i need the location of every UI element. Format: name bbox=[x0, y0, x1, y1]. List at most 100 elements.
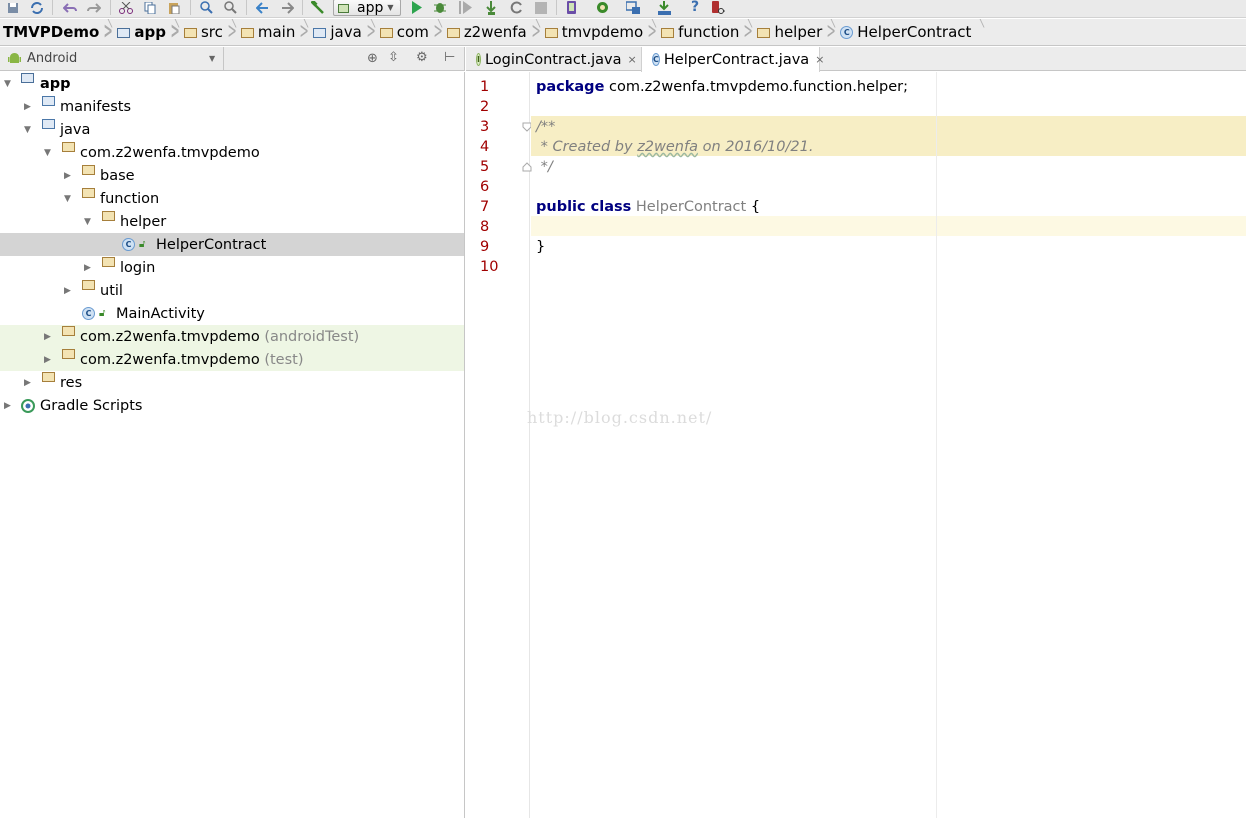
breadcrumb-z2wenfa[interactable]: z2wenfa > bbox=[443, 19, 541, 45]
breadcrumb-src[interactable]: src > bbox=[180, 19, 237, 45]
scroll-from-source-icon[interactable]: ⊕ bbox=[367, 51, 378, 66]
collapsed-arrow-icon[interactable]: ▶ bbox=[4, 401, 11, 411]
redo-icon[interactable] bbox=[87, 1, 101, 14]
tree-item-helpercontract[interactable]: C 🔓︎ HelperContract bbox=[0, 233, 464, 256]
run-config-select[interactable]: app ▼ bbox=[333, 0, 401, 16]
breadcrumb-main[interactable]: main > bbox=[237, 19, 309, 45]
caret-line-highlight bbox=[531, 216, 1246, 236]
tree-item-mainactivity[interactable]: C 🔓︎ MainActivity bbox=[0, 302, 464, 325]
breadcrumb-label: z2wenfa bbox=[463, 23, 527, 41]
apply-changes-icon[interactable] bbox=[509, 1, 523, 14]
project-tree: ▼ app ▶ manifests ▼ java ▼ com.z2wenfa.t… bbox=[0, 72, 465, 818]
collapsed-arrow-icon[interactable]: ▶ bbox=[44, 332, 51, 342]
paste-icon[interactable] bbox=[167, 1, 181, 14]
attach-debugger-icon[interactable] bbox=[484, 0, 498, 15]
brace: { bbox=[746, 199, 761, 215]
tree-item-manifests[interactable]: ▶ manifests bbox=[0, 95, 464, 118]
close-icon[interactable]: × bbox=[815, 53, 824, 66]
tree-item-package-main[interactable]: ▼ com.z2wenfa.tmvpdemo bbox=[0, 141, 464, 164]
android-monitor-icon[interactable] bbox=[657, 0, 671, 15]
tree-item-java[interactable]: ▼ java bbox=[0, 118, 464, 141]
expanded-arrow-icon[interactable]: ▼ bbox=[24, 125, 31, 135]
undo-icon[interactable] bbox=[63, 1, 77, 14]
save-icon[interactable] bbox=[6, 1, 20, 14]
debug-icon[interactable] bbox=[433, 1, 447, 14]
run-icon[interactable] bbox=[410, 1, 424, 14]
tree-item-label: app bbox=[40, 75, 71, 92]
back-icon[interactable] bbox=[255, 1, 269, 14]
expanded-arrow-icon[interactable]: ▼ bbox=[4, 79, 11, 89]
tree-item-gradle-scripts[interactable]: ▶ Gradle Scripts bbox=[0, 394, 464, 417]
package-icon bbox=[82, 165, 95, 175]
replace-icon[interactable] bbox=[223, 1, 237, 14]
code-editor[interactable]: package com.z2wenfa.tmvpdemo.function.he… bbox=[527, 72, 1246, 818]
tree-item-res[interactable]: ▶ res bbox=[0, 371, 464, 394]
expanded-arrow-icon[interactable]: ▼ bbox=[84, 217, 91, 227]
breadcrumb-tmvpdemo[interactable]: tmvpdemo > bbox=[541, 19, 657, 45]
breadcrumb: TMVPDemo > app > src > main > java > com > z2w… bbox=[0, 19, 1246, 46]
collapsed-arrow-icon[interactable]: ▶ bbox=[24, 102, 31, 112]
tree-item-login[interactable]: ▶ login bbox=[0, 256, 464, 279]
collapsed-arrow-icon[interactable]: ▶ bbox=[64, 171, 71, 181]
collapsed-arrow-icon[interactable]: ▶ bbox=[64, 286, 71, 296]
collapsed-arrow-icon[interactable]: ▶ bbox=[24, 378, 31, 388]
folder-icon bbox=[757, 28, 771, 38]
tree-item-base[interactable]: ▶ base bbox=[0, 164, 464, 187]
run-config-label: app bbox=[357, 0, 384, 16]
breadcrumb-label: src bbox=[200, 23, 223, 41]
collapsed-arrow-icon[interactable]: ▶ bbox=[44, 355, 51, 365]
collapse-all-icon[interactable]: ⇳ bbox=[388, 50, 399, 65]
tree-item-label: HelperContract bbox=[156, 236, 267, 253]
breadcrumb-module[interactable]: app > bbox=[113, 19, 180, 45]
forward-icon[interactable] bbox=[280, 1, 294, 14]
collapsed-arrow-icon[interactable]: ▶ bbox=[84, 263, 91, 273]
tree-item-label: res bbox=[60, 374, 83, 391]
breadcrumb-helper[interactable]: helper > bbox=[753, 19, 836, 45]
tree-item-function[interactable]: ▼ function bbox=[0, 187, 464, 210]
sdk-manager-icon[interactable] bbox=[595, 1, 609, 14]
help-icon[interactable]: ? bbox=[688, 0, 702, 14]
cut-icon[interactable] bbox=[119, 1, 133, 14]
tree-item-helper[interactable]: ▼ helper bbox=[0, 210, 464, 233]
line-number: 2 bbox=[480, 99, 490, 115]
tree-item-app[interactable]: ▼ app bbox=[0, 72, 464, 95]
tree-item-label: util bbox=[100, 282, 123, 299]
line-number: 8 bbox=[480, 219, 490, 235]
class-icon: C bbox=[652, 53, 660, 66]
breadcrumb-com[interactable]: com > bbox=[376, 19, 443, 45]
tree-item-util[interactable]: ▶ util bbox=[0, 279, 464, 302]
breadcrumb-project[interactable]: TMVPDemo > bbox=[0, 19, 113, 45]
code-line-7: public class HelperContract { bbox=[536, 197, 760, 217]
expanded-arrow-icon[interactable]: ▼ bbox=[64, 194, 71, 204]
sync-icon[interactable] bbox=[30, 1, 44, 14]
close-icon[interactable]: × bbox=[627, 53, 636, 66]
gear-icon[interactable]: ⚙ bbox=[416, 50, 428, 65]
folder-icon bbox=[544, 28, 558, 38]
avd-manager-icon[interactable] bbox=[565, 0, 579, 14]
folder-icon bbox=[661, 28, 675, 38]
code-line-4: * Created by z2wenfa on 2016/10/21. bbox=[536, 137, 814, 157]
find-icon[interactable] bbox=[199, 1, 213, 14]
project-view-label: Android bbox=[27, 51, 78, 66]
breadcrumb-java[interactable]: java > bbox=[309, 19, 375, 45]
project-view-select[interactable]: Android ▼ bbox=[0, 47, 224, 70]
copy-icon[interactable] bbox=[143, 1, 157, 14]
tree-item-package-androidtest[interactable]: ▶ com.z2wenfa.tmvpdemo (androidTest) bbox=[0, 325, 464, 348]
project-structure-icon[interactable] bbox=[626, 1, 640, 14]
tab-helpercontract[interactable]: C HelperContract.java × bbox=[642, 47, 824, 72]
tab-logincontract[interactable]: I LoginContract.java × bbox=[466, 47, 642, 72]
breadcrumb-function[interactable]: function > bbox=[657, 19, 753, 45]
stop-icon[interactable] bbox=[534, 1, 548, 14]
expanded-arrow-icon[interactable]: ▼ bbox=[44, 148, 51, 158]
keyword: public class bbox=[536, 199, 632, 215]
device-icon[interactable] bbox=[711, 0, 725, 14]
line-number: 3 bbox=[480, 119, 490, 135]
tree-item-package-test[interactable]: ▶ com.z2wenfa.tmvpdemo (test) bbox=[0, 348, 464, 371]
breadcrumb-helpercontract[interactable]: C HelperContract bbox=[836, 19, 985, 45]
folder-icon bbox=[446, 28, 460, 38]
run-coverage-icon[interactable] bbox=[458, 1, 472, 14]
hide-panel-icon[interactable]: ⊢ bbox=[444, 50, 455, 65]
build-hammer-icon[interactable] bbox=[311, 0, 325, 14]
package-icon bbox=[62, 142, 75, 152]
tree-item-label: com.z2wenfa.tmvpdemo bbox=[80, 328, 260, 345]
